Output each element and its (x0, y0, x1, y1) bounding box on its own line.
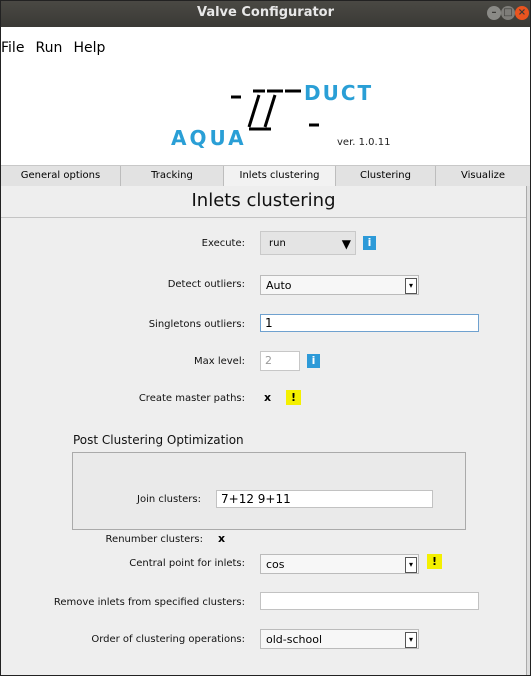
menu-file[interactable]: File (1, 40, 24, 56)
menu-bar: File Run Help (1, 37, 111, 59)
detect-outliers-label: Detect outliers: (167, 279, 245, 290)
warning-icon: ! (427, 554, 442, 569)
menu-run[interactable]: Run (36, 40, 63, 56)
info-icon[interactable]: i (363, 236, 376, 250)
chevron-down-icon: ▾ (405, 632, 417, 648)
close-button[interactable]: × (515, 6, 529, 20)
divider (1, 217, 526, 218)
minimize-button[interactable]: – (487, 6, 501, 20)
tab-inlets-clustering[interactable]: Inlets clustering (224, 166, 336, 186)
create-master-paths-checkbox[interactable]: x (264, 391, 271, 404)
order-clustering-ops-select[interactable]: old-school ▾ (260, 629, 419, 649)
singletons-outliers-input[interactable]: 1 (260, 314, 479, 332)
renumber-clusters-label: Renumber clusters: (105, 534, 203, 545)
chevron-down-icon: ▾ (405, 278, 417, 294)
order-clustering-ops-label: Order of clustering operations: (91, 634, 245, 645)
warning-icon: ! (286, 390, 301, 405)
tab-visualize[interactable]: Visualize (436, 166, 530, 186)
post-clustering-title: Post Clustering Optimization (73, 433, 244, 447)
title-bar: Valve Configurator – □ × (1, 1, 530, 27)
app-window: Valve Configurator – □ × File Run Help A… (0, 0, 531, 676)
chevron-down-icon: ▾ (405, 557, 417, 573)
maximize-button[interactable]: □ (501, 6, 515, 20)
logo-text-aqua: AQUA (171, 126, 247, 150)
central-point-select[interactable]: cos ▾ (260, 554, 419, 574)
remove-inlets-input[interactable] (260, 592, 479, 610)
detect-outliers-select[interactable]: Auto ▾ (260, 275, 419, 295)
execute-label: Execute: (201, 238, 245, 249)
logo-text-duct: DUCT (304, 81, 373, 105)
menu-help[interactable]: Help (73, 40, 105, 56)
renumber-clusters-checkbox[interactable]: x (218, 532, 225, 545)
info-icon[interactable]: i (307, 354, 320, 368)
tab-clustering[interactable]: Clustering (336, 166, 436, 186)
central-point-label: Central point for inlets: (129, 558, 245, 569)
execute-value: run (269, 238, 286, 249)
tab-general-options[interactable]: General options (1, 166, 121, 186)
detect-outliers-value: Auto (266, 279, 292, 292)
max-level-input[interactable]: 2 (260, 351, 300, 371)
page-title: Inlets clustering (191, 190, 336, 211)
remove-inlets-label: Remove inlets from specified clusters: (53, 597, 245, 608)
order-clustering-ops-value: old-school (266, 633, 323, 646)
create-master-paths-label: Create master paths: (138, 393, 245, 404)
version-label: ver. 1.0.11 (337, 137, 391, 148)
window-title: Valve Configurator (196, 5, 335, 20)
singletons-outliers-label: Singletons outliers: (148, 319, 245, 330)
vertical-scrollbar[interactable] (526, 186, 530, 675)
central-point-value: cos (266, 558, 285, 571)
dropdown-arrow-icon: ▼ (341, 237, 351, 251)
max-level-label: Max level: (193, 356, 245, 367)
execute-dropdown[interactable]: run ▼ (260, 231, 356, 255)
join-clusters-input[interactable]: 7+12 9+11 (216, 490, 433, 508)
join-clusters-label: Join clusters: (137, 494, 201, 505)
tab-tracking[interactable]: Tracking (121, 166, 224, 186)
tab-bar: General options Tracking Inlets clusteri… (1, 165, 530, 187)
